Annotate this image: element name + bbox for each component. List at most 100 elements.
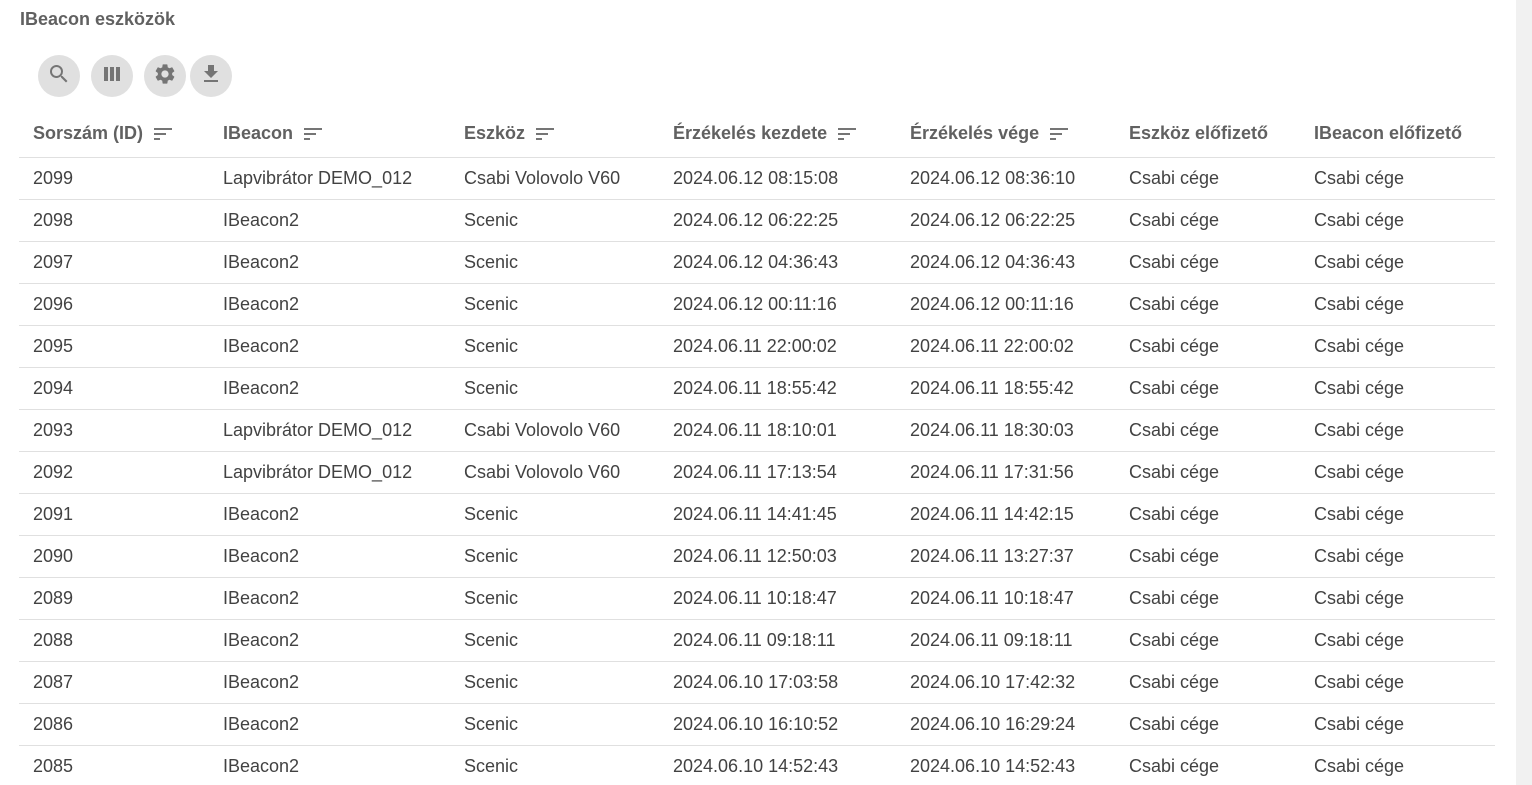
table-row[interactable]: 2089 IBeacon2 Scenic 2024.06.11 10:18:47 202…	[19, 577, 1495, 620]
table-cell: 2024.06.11 17:31:56	[896, 451, 1115, 494]
table-cell: 2089	[19, 577, 209, 620]
table-cell: 2092	[19, 451, 209, 494]
table-cell: Csabi cége	[1115, 241, 1300, 284]
table-row[interactable]: 2095 IBeacon2 Scenic 2024.06.11 22:00:02 202…	[19, 325, 1495, 368]
sort-icon[interactable]	[835, 122, 859, 146]
column-header-label: IBeacon előfizető	[1314, 123, 1463, 143]
table-cell: IBeacon2	[209, 703, 450, 746]
table-cell: Csabi cége	[1300, 661, 1495, 704]
table-row[interactable]: 2087 IBeacon2 Scenic 2024.06.10 17:03:58 202…	[19, 661, 1495, 704]
table-row[interactable]: 2091 IBeacon2 Scenic 2024.06.11 14:41:45 202…	[19, 493, 1495, 536]
table-cell: 2024.06.11 18:10:01	[659, 409, 896, 452]
table-cell: Scenic	[450, 241, 659, 284]
sort-icon[interactable]	[151, 122, 175, 146]
table-cell: 2024.06.12 08:15:08	[659, 157, 896, 200]
table-cell: IBeacon2	[209, 199, 450, 242]
table-cell: 2024.06.10 17:03:58	[659, 661, 896, 704]
sort-icon[interactable]	[1047, 122, 1071, 146]
table-header-row: Sorszám (ID) IBeacon Eszköz Érzékelés kezde…	[19, 110, 1495, 158]
column-header: Eszköz előfizető	[1115, 110, 1300, 158]
table-cell: 2098	[19, 199, 209, 242]
table-cell: IBeacon2	[209, 367, 450, 410]
download-icon	[199, 62, 223, 91]
table-row[interactable]: 2088 IBeacon2 Scenic 2024.06.11 09:18:11 202…	[19, 619, 1495, 662]
table-cell: 2024.06.11 09:18:11	[659, 619, 896, 662]
table-cell: 2024.06.10 17:42:32	[896, 661, 1115, 704]
column-header-label: Érzékelés kezdete	[673, 122, 828, 143]
table-cell: Csabi cége	[1115, 283, 1300, 326]
table-cell: 2024.06.11 14:41:45	[659, 493, 896, 536]
table-cell: 2024.06.12 00:11:16	[896, 283, 1115, 326]
table-cell: 2097	[19, 241, 209, 284]
table-cell: Csabi Volovolo V60	[450, 451, 659, 494]
table-row[interactable]: 2086 IBeacon2 Scenic 2024.06.10 16:10:52 202…	[19, 703, 1495, 746]
column-header[interactable]: Eszköz	[450, 110, 659, 158]
table-cell: 2093	[19, 409, 209, 452]
table-cell: IBeacon2	[209, 283, 450, 326]
column-header-label: Eszköz előfizető	[1129, 123, 1269, 143]
column-header-label: Érzékelés vége	[910, 122, 1040, 143]
table-row[interactable]: 2090 IBeacon2 Scenic 2024.06.11 12:50:03 202…	[19, 535, 1495, 578]
table-body: 2099 Lapvibrátor DEMO_012 Csabi Volovolo V…	[19, 157, 1495, 785]
table-cell: Csabi cége	[1300, 535, 1495, 578]
download-button[interactable]	[190, 55, 232, 97]
column-header[interactable]: IBeacon	[209, 110, 450, 158]
column-header-label: Sorszám (ID)	[33, 122, 144, 143]
table-cell: 2024.06.12 08:36:10	[896, 157, 1115, 200]
column-header[interactable]: Érzékelés kezdete	[659, 110, 896, 158]
table-cell: 2024.06.10 16:10:52	[659, 703, 896, 746]
table-cell: Scenic	[450, 199, 659, 242]
table-cell: 2096	[19, 283, 209, 326]
table-cell: Csabi cége	[1300, 241, 1495, 284]
columns-icon	[100, 62, 124, 91]
table-cell: 2024.06.11 18:30:03	[896, 409, 1115, 452]
table-cell: 2024.06.11 18:55:42	[659, 367, 896, 410]
table-row[interactable]: 2099 Lapvibrátor DEMO_012 Csabi Volovolo V…	[19, 157, 1495, 200]
table-cell: Csabi cége	[1300, 451, 1495, 494]
table-row[interactable]: 2098 IBeacon2 Scenic 2024.06.12 06:22:25 202…	[19, 199, 1495, 242]
table-row[interactable]: 2094 IBeacon2 Scenic 2024.06.11 18:55:42 202…	[19, 367, 1495, 410]
table-cell: 2086	[19, 703, 209, 746]
table-cell: 2090	[19, 535, 209, 578]
table-cell: 2024.06.11 17:13:54	[659, 451, 896, 494]
sort-icon[interactable]	[301, 122, 325, 146]
table-cell: 2024.06.12 06:22:25	[659, 199, 896, 242]
table-row[interactable]: 2093 Lapvibrátor DEMO_012 Csabi Volovolo V…	[19, 409, 1495, 452]
table-cell: Csabi cége	[1300, 199, 1495, 242]
table-row[interactable]: 2085 IBeacon2 Scenic 2024.06.10 14:52:43 202…	[19, 745, 1495, 785]
table-cell: Csabi cége	[1300, 619, 1495, 662]
table-cell: IBeacon2	[209, 535, 450, 578]
column-header: IBeacon előfizető	[1300, 110, 1495, 158]
search-button[interactable]	[38, 55, 80, 97]
table-cell: Csabi cége	[1300, 745, 1495, 785]
table-cell: Csabi cége	[1300, 493, 1495, 536]
table-cell: Csabi cége	[1115, 619, 1300, 662]
table-cell: Scenic	[450, 577, 659, 620]
table-cell: Csabi cége	[1115, 409, 1300, 452]
table-cell: Scenic	[450, 283, 659, 326]
table-cell: 2094	[19, 367, 209, 410]
vertical-scrollbar[interactable]	[1516, 0, 1532, 785]
table-cell: 2024.06.10 16:29:24	[896, 703, 1115, 746]
column-header[interactable]: Érzékelés vége	[896, 110, 1115, 158]
table-cell: 2024.06.11 09:18:11	[896, 619, 1115, 662]
table-cell: 2024.06.11 14:42:15	[896, 493, 1115, 536]
table-cell: Csabi cége	[1300, 325, 1495, 368]
table-cell: Csabi cége	[1115, 745, 1300, 785]
table-row[interactable]: 2096 IBeacon2 Scenic 2024.06.12 00:11:16 202…	[19, 283, 1495, 326]
table-cell: 2024.06.11 10:18:47	[896, 577, 1115, 620]
table-cell: Csabi cége	[1115, 703, 1300, 746]
table-cell: Lapvibrátor DEMO_012	[209, 409, 450, 452]
table-cell: 2091	[19, 493, 209, 536]
table-cell: IBeacon2	[209, 325, 450, 368]
sort-icon[interactable]	[533, 122, 557, 146]
settings-button[interactable]	[144, 55, 186, 97]
table-cell: Csabi cége	[1300, 157, 1495, 200]
column-header[interactable]: Sorszám (ID)	[19, 110, 209, 158]
table-cell: Csabi cége	[1300, 283, 1495, 326]
columns-button[interactable]	[91, 55, 133, 97]
table-row[interactable]: 2097 IBeacon2 Scenic 2024.06.12 04:36:43 202…	[19, 241, 1495, 284]
table-cell: IBeacon2	[209, 241, 450, 284]
table-cell: 2095	[19, 325, 209, 368]
table-row[interactable]: 2092 Lapvibrátor DEMO_012 Csabi Volovolo V…	[19, 451, 1495, 494]
